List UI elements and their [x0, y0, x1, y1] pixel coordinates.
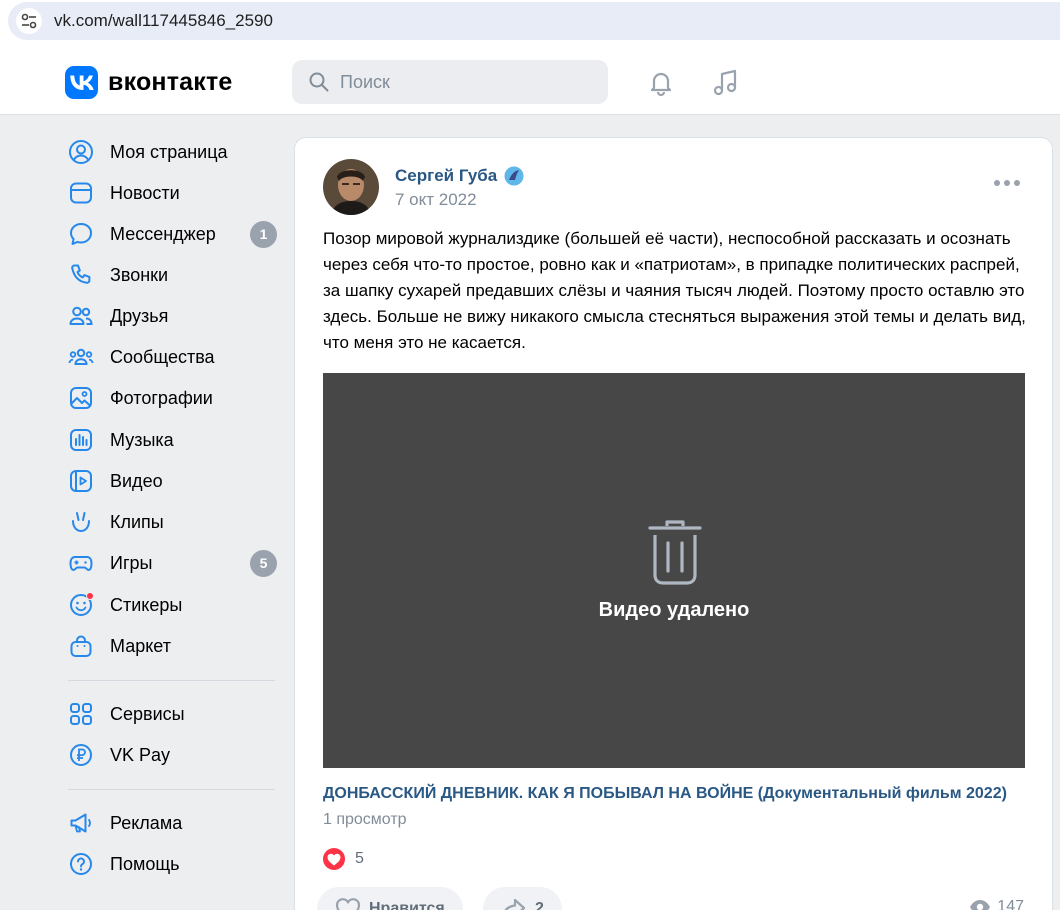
- photo-icon: [68, 385, 94, 411]
- sidebar-item-label: Стикеры: [110, 594, 183, 615]
- sidebar-item-label: Маркет: [110, 635, 171, 656]
- sidebar-item-label: Реклама: [110, 812, 183, 833]
- ads-icon: [68, 810, 94, 836]
- sidebar-item-communities[interactable]: Сообщества: [60, 339, 280, 375]
- site-settings-icon[interactable]: [16, 8, 42, 34]
- share-button[interactable]: 2: [483, 887, 562, 910]
- like-label: Нравится: [369, 900, 445, 910]
- vkpay-icon: [68, 742, 94, 768]
- sidebar-item-video[interactable]: Видео: [60, 463, 280, 499]
- sidebar-item-ads[interactable]: Реклама: [60, 805, 280, 841]
- like-button[interactable]: Нравится: [317, 887, 463, 910]
- reactions-count: 5: [355, 850, 364, 867]
- share-count: 2: [535, 900, 544, 910]
- logo-text: вконтакте: [108, 68, 233, 96]
- address-field[interactable]: vk.com/wall117445846_2590: [8, 2, 1060, 40]
- bell-icon[interactable]: [646, 68, 676, 98]
- browser-address-bar: vk.com/wall117445846_2590: [0, 0, 1060, 48]
- trash-icon: [648, 520, 702, 585]
- vk-header: вконтакте: [0, 48, 1060, 115]
- reactions-summary[interactable]: 5: [323, 848, 364, 870]
- news-icon: [68, 180, 94, 206]
- search-box[interactable]: [292, 60, 608, 104]
- post-text: Позор мировой журнализдике (большей её ч…: [323, 229, 1026, 352]
- music-note-icon[interactable]: [711, 68, 741, 98]
- sidebar-item-label: Музыка: [110, 429, 174, 450]
- post-views: 147: [969, 898, 1024, 910]
- help-icon: [68, 851, 94, 877]
- vk-logo[interactable]: вконтакте: [65, 66, 233, 99]
- author-name: Сергей Губа: [395, 166, 498, 185]
- message-icon: [68, 221, 94, 247]
- author-avatar[interactable]: [323, 159, 379, 215]
- post-date[interactable]: 7 окт 2022: [395, 190, 477, 210]
- video-title-link[interactable]: ДОНБАССКИЙ ДНЕВНИК. КАК Я ПОБЫВАЛ НА ВОЙ…: [323, 785, 1007, 803]
- sidebar-item-my-page[interactable]: Моя страница: [60, 134, 280, 170]
- sidebar-item-friends[interactable]: Друзья: [60, 298, 280, 334]
- phone-icon: [68, 262, 94, 288]
- sidebar-item-label: Новости: [110, 182, 180, 203]
- sidebar-item-label: Друзья: [110, 305, 169, 326]
- sidebar-item-market[interactable]: Маркет: [60, 628, 280, 664]
- sidebar-item-label: Сервисы: [110, 703, 185, 724]
- messenger-badge: 1: [250, 220, 277, 248]
- sidebar-item-label: Клипы: [110, 511, 164, 532]
- sidebar-divider: [68, 789, 275, 790]
- sidebar-item-label: Моя страница: [110, 141, 228, 162]
- sidebar-item-services[interactable]: Сервисы: [60, 696, 280, 732]
- author-badge-icon: [503, 165, 525, 187]
- user-circle-icon: [68, 139, 94, 165]
- search-icon: [309, 72, 329, 92]
- sidebar-item-games[interactable]: Игры 5: [60, 545, 280, 581]
- sidebar-item-messenger[interactable]: Мессенджер 1: [60, 216, 280, 252]
- sidebar-item-label: VK Pay: [110, 744, 171, 765]
- services-icon: [68, 701, 94, 727]
- sidebar-item-label: Игры: [110, 552, 153, 573]
- sidebar-item-label: Фотографии: [110, 387, 213, 408]
- stickers-notification-dot: [86, 592, 94, 600]
- games-badge: 5: [250, 549, 277, 577]
- sidebar-item-stickers[interactable]: Стикеры: [60, 587, 280, 623]
- clips-icon: [68, 509, 94, 535]
- sidebar-item-vkpay[interactable]: VK Pay: [60, 737, 280, 773]
- music-icon: [68, 427, 94, 453]
- sidebar-item-label: Видео: [110, 470, 163, 491]
- sidebar-item-label: Сообщества: [110, 346, 215, 367]
- eye-icon: [970, 900, 991, 910]
- market-icon: [68, 633, 94, 659]
- sidebar-item-photos[interactable]: Фотографии: [60, 380, 280, 416]
- heart-icon: [335, 898, 361, 910]
- url-text: vk.com/wall117445846_2590: [54, 11, 273, 30]
- sidebar-item-clips[interactable]: Клипы: [60, 504, 280, 540]
- sidebar-item-music[interactable]: Музыка: [60, 422, 280, 458]
- communities-icon: [68, 344, 94, 370]
- post-card: Сергей Губа 7 окт 2022 Позор мировой жур…: [294, 137, 1053, 910]
- views-count: 147: [997, 898, 1024, 910]
- video-deleted-message: Видео удалено: [598, 599, 750, 621]
- more-options-icon[interactable]: [994, 180, 1020, 186]
- sidebar-item-label: Мессенджер: [110, 223, 216, 244]
- search-input[interactable]: [340, 71, 580, 93]
- video-icon: [68, 468, 94, 494]
- sidebar-divider: [68, 680, 275, 681]
- games-icon: [68, 550, 94, 576]
- sidebar-item-help[interactable]: Помощь: [60, 846, 280, 882]
- stickers-icon: [68, 592, 94, 618]
- share-icon: [504, 898, 526, 910]
- video-views: 1 просмотр: [323, 811, 407, 828]
- heart-reaction-icon: [323, 848, 345, 870]
- sidebar-item-calls[interactable]: Звонки: [60, 257, 280, 293]
- sidebar-item-label: Помощь: [110, 853, 180, 874]
- video-player[interactable]: Видео удалено: [323, 373, 1025, 768]
- sidebar-item-news[interactable]: Новости: [60, 175, 280, 211]
- post-author[interactable]: Сергей Губа: [395, 165, 525, 187]
- sidebar-item-label: Звонки: [110, 264, 169, 285]
- vk-logo-icon: [65, 66, 98, 99]
- friends-icon: [68, 303, 94, 329]
